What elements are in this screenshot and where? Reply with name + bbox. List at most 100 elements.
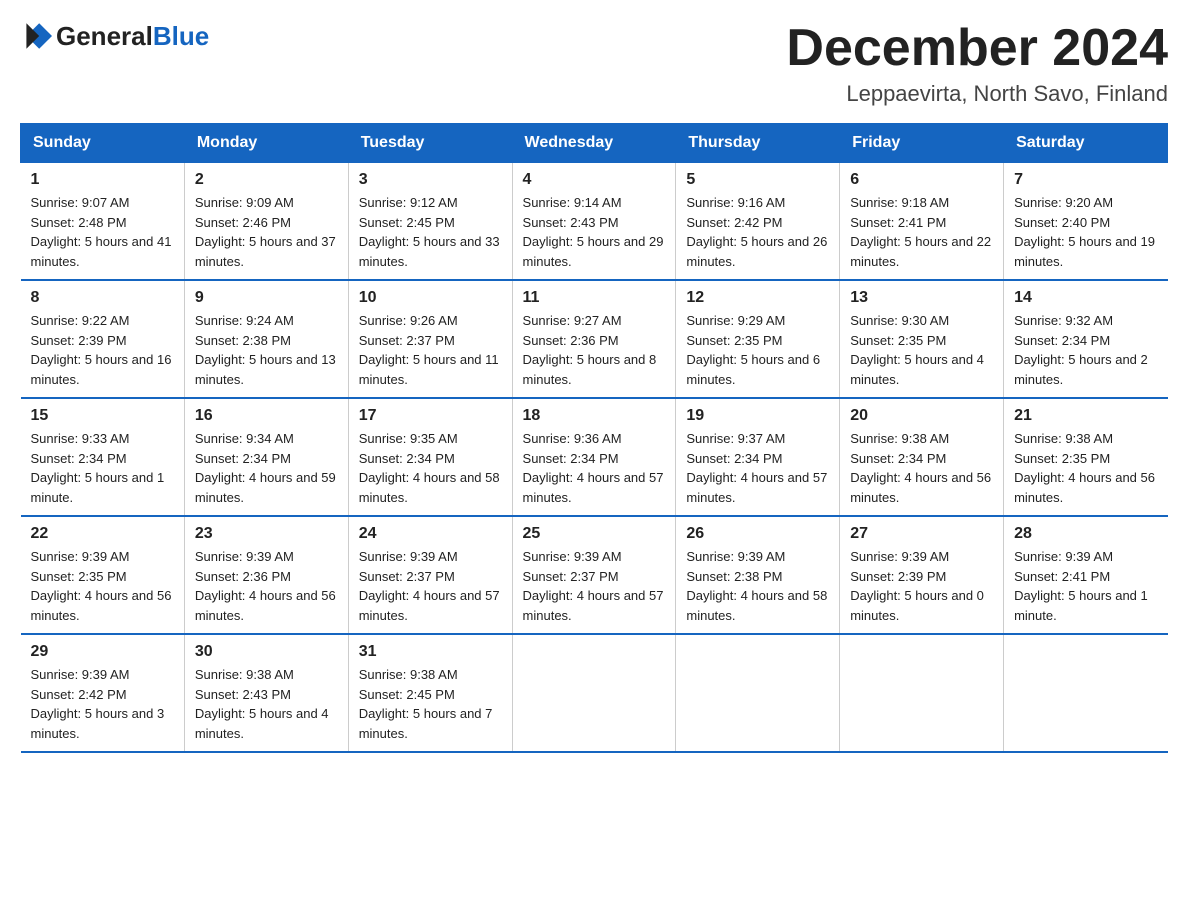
day-number: 21 [1014, 407, 1157, 425]
calendar-week-row: 8 Sunrise: 9:22 AM Sunset: 2:39 PM Dayli… [21, 280, 1168, 398]
weekday-header-monday: Monday [184, 124, 348, 163]
day-number: 7 [1014, 171, 1157, 189]
calendar-day-cell: 31 Sunrise: 9:38 AM Sunset: 2:45 PM Dayl… [348, 634, 512, 752]
day-number: 30 [195, 643, 338, 661]
calendar-day-cell: 26 Sunrise: 9:39 AM Sunset: 2:38 PM Dayl… [676, 516, 840, 634]
calendar-day-cell [512, 634, 676, 752]
day-number: 18 [523, 407, 666, 425]
calendar-table: SundayMondayTuesdayWednesdayThursdayFrid… [20, 123, 1168, 753]
day-info: Sunrise: 9:38 AM Sunset: 2:35 PM Dayligh… [1014, 429, 1157, 507]
day-info: Sunrise: 9:26 AM Sunset: 2:37 PM Dayligh… [359, 311, 502, 389]
day-info: Sunrise: 9:39 AM Sunset: 2:36 PM Dayligh… [195, 547, 338, 625]
calendar-day-cell [840, 634, 1004, 752]
day-number: 31 [359, 643, 502, 661]
day-number: 29 [31, 643, 174, 661]
day-number: 20 [850, 407, 993, 425]
calendar-week-row: 22 Sunrise: 9:39 AM Sunset: 2:35 PM Dayl… [21, 516, 1168, 634]
calendar-day-cell: 10 Sunrise: 9:26 AM Sunset: 2:37 PM Dayl… [348, 280, 512, 398]
day-info: Sunrise: 9:24 AM Sunset: 2:38 PM Dayligh… [195, 311, 338, 389]
logo-text-blue: Blue [153, 21, 209, 51]
logo-icon [20, 20, 52, 52]
calendar-day-cell: 2 Sunrise: 9:09 AM Sunset: 2:46 PM Dayli… [184, 163, 348, 281]
calendar-day-cell: 21 Sunrise: 9:38 AM Sunset: 2:35 PM Dayl… [1004, 398, 1168, 516]
calendar-day-cell: 22 Sunrise: 9:39 AM Sunset: 2:35 PM Dayl… [21, 516, 185, 634]
day-info: Sunrise: 9:18 AM Sunset: 2:41 PM Dayligh… [850, 193, 993, 271]
day-number: 1 [31, 171, 174, 189]
calendar-day-cell [676, 634, 840, 752]
day-number: 4 [523, 171, 666, 189]
calendar-day-cell [1004, 634, 1168, 752]
day-info: Sunrise: 9:38 AM Sunset: 2:34 PM Dayligh… [850, 429, 993, 507]
day-info: Sunrise: 9:39 AM Sunset: 2:38 PM Dayligh… [686, 547, 829, 625]
calendar-day-cell: 5 Sunrise: 9:16 AM Sunset: 2:42 PM Dayli… [676, 163, 840, 281]
day-info: Sunrise: 9:39 AM Sunset: 2:35 PM Dayligh… [31, 547, 174, 625]
calendar-day-cell: 9 Sunrise: 9:24 AM Sunset: 2:38 PM Dayli… [184, 280, 348, 398]
day-number: 5 [686, 171, 829, 189]
day-number: 15 [31, 407, 174, 425]
day-number: 22 [31, 525, 174, 543]
calendar-day-cell: 12 Sunrise: 9:29 AM Sunset: 2:35 PM Dayl… [676, 280, 840, 398]
day-info: Sunrise: 9:20 AM Sunset: 2:40 PM Dayligh… [1014, 193, 1157, 271]
calendar-week-row: 15 Sunrise: 9:33 AM Sunset: 2:34 PM Dayl… [21, 398, 1168, 516]
day-info: Sunrise: 9:07 AM Sunset: 2:48 PM Dayligh… [31, 193, 174, 271]
calendar-day-cell: 1 Sunrise: 9:07 AM Sunset: 2:48 PM Dayli… [21, 163, 185, 281]
page-header: GeneralBlue December 2024 Leppaevirta, N… [20, 20, 1168, 107]
title-section: December 2024 Leppaevirta, North Savo, F… [786, 20, 1168, 107]
day-info: Sunrise: 9:30 AM Sunset: 2:35 PM Dayligh… [850, 311, 993, 389]
calendar-day-cell: 18 Sunrise: 9:36 AM Sunset: 2:34 PM Dayl… [512, 398, 676, 516]
calendar-day-cell: 27 Sunrise: 9:39 AM Sunset: 2:39 PM Dayl… [840, 516, 1004, 634]
weekday-header-friday: Friday [840, 124, 1004, 163]
calendar-day-cell: 7 Sunrise: 9:20 AM Sunset: 2:40 PM Dayli… [1004, 163, 1168, 281]
location-subtitle: Leppaevirta, North Savo, Finland [786, 81, 1168, 107]
day-info: Sunrise: 9:39 AM Sunset: 2:42 PM Dayligh… [31, 665, 174, 743]
day-info: Sunrise: 9:22 AM Sunset: 2:39 PM Dayligh… [31, 311, 174, 389]
calendar-week-row: 29 Sunrise: 9:39 AM Sunset: 2:42 PM Dayl… [21, 634, 1168, 752]
day-info: Sunrise: 9:33 AM Sunset: 2:34 PM Dayligh… [31, 429, 174, 507]
day-number: 8 [31, 289, 174, 307]
day-number: 28 [1014, 525, 1157, 543]
day-info: Sunrise: 9:34 AM Sunset: 2:34 PM Dayligh… [195, 429, 338, 507]
calendar-week-row: 1 Sunrise: 9:07 AM Sunset: 2:48 PM Dayli… [21, 163, 1168, 281]
calendar-day-cell: 17 Sunrise: 9:35 AM Sunset: 2:34 PM Dayl… [348, 398, 512, 516]
day-number: 14 [1014, 289, 1157, 307]
calendar-day-cell: 15 Sunrise: 9:33 AM Sunset: 2:34 PM Dayl… [21, 398, 185, 516]
logo-text-general: General [56, 21, 153, 51]
day-info: Sunrise: 9:12 AM Sunset: 2:45 PM Dayligh… [359, 193, 502, 271]
day-number: 9 [195, 289, 338, 307]
calendar-day-cell: 28 Sunrise: 9:39 AM Sunset: 2:41 PM Dayl… [1004, 516, 1168, 634]
day-info: Sunrise: 9:32 AM Sunset: 2:34 PM Dayligh… [1014, 311, 1157, 389]
day-number: 13 [850, 289, 993, 307]
calendar-day-cell: 6 Sunrise: 9:18 AM Sunset: 2:41 PM Dayli… [840, 163, 1004, 281]
calendar-day-cell: 11 Sunrise: 9:27 AM Sunset: 2:36 PM Dayl… [512, 280, 676, 398]
day-info: Sunrise: 9:39 AM Sunset: 2:37 PM Dayligh… [359, 547, 502, 625]
day-number: 11 [523, 289, 666, 307]
day-number: 10 [359, 289, 502, 307]
day-info: Sunrise: 9:39 AM Sunset: 2:41 PM Dayligh… [1014, 547, 1157, 625]
day-number: 19 [686, 407, 829, 425]
day-info: Sunrise: 9:37 AM Sunset: 2:34 PM Dayligh… [686, 429, 829, 507]
day-info: Sunrise: 9:29 AM Sunset: 2:35 PM Dayligh… [686, 311, 829, 389]
calendar-day-cell: 3 Sunrise: 9:12 AM Sunset: 2:45 PM Dayli… [348, 163, 512, 281]
weekday-header-thursday: Thursday [676, 124, 840, 163]
day-info: Sunrise: 9:35 AM Sunset: 2:34 PM Dayligh… [359, 429, 502, 507]
day-number: 25 [523, 525, 666, 543]
day-info: Sunrise: 9:14 AM Sunset: 2:43 PM Dayligh… [523, 193, 666, 271]
day-info: Sunrise: 9:09 AM Sunset: 2:46 PM Dayligh… [195, 193, 338, 271]
day-number: 24 [359, 525, 502, 543]
day-number: 16 [195, 407, 338, 425]
calendar-day-cell: 8 Sunrise: 9:22 AM Sunset: 2:39 PM Dayli… [21, 280, 185, 398]
calendar-day-cell: 23 Sunrise: 9:39 AM Sunset: 2:36 PM Dayl… [184, 516, 348, 634]
calendar-body: 1 Sunrise: 9:07 AM Sunset: 2:48 PM Dayli… [21, 163, 1168, 753]
calendar-day-cell: 24 Sunrise: 9:39 AM Sunset: 2:37 PM Dayl… [348, 516, 512, 634]
calendar-day-cell: 20 Sunrise: 9:38 AM Sunset: 2:34 PM Dayl… [840, 398, 1004, 516]
calendar-day-cell: 25 Sunrise: 9:39 AM Sunset: 2:37 PM Dayl… [512, 516, 676, 634]
day-info: Sunrise: 9:16 AM Sunset: 2:42 PM Dayligh… [686, 193, 829, 271]
calendar-day-cell: 14 Sunrise: 9:32 AM Sunset: 2:34 PM Dayl… [1004, 280, 1168, 398]
day-info: Sunrise: 9:39 AM Sunset: 2:39 PM Dayligh… [850, 547, 993, 625]
day-number: 12 [686, 289, 829, 307]
day-number: 26 [686, 525, 829, 543]
day-number: 23 [195, 525, 338, 543]
day-number: 27 [850, 525, 993, 543]
calendar-day-cell: 19 Sunrise: 9:37 AM Sunset: 2:34 PM Dayl… [676, 398, 840, 516]
day-number: 2 [195, 171, 338, 189]
